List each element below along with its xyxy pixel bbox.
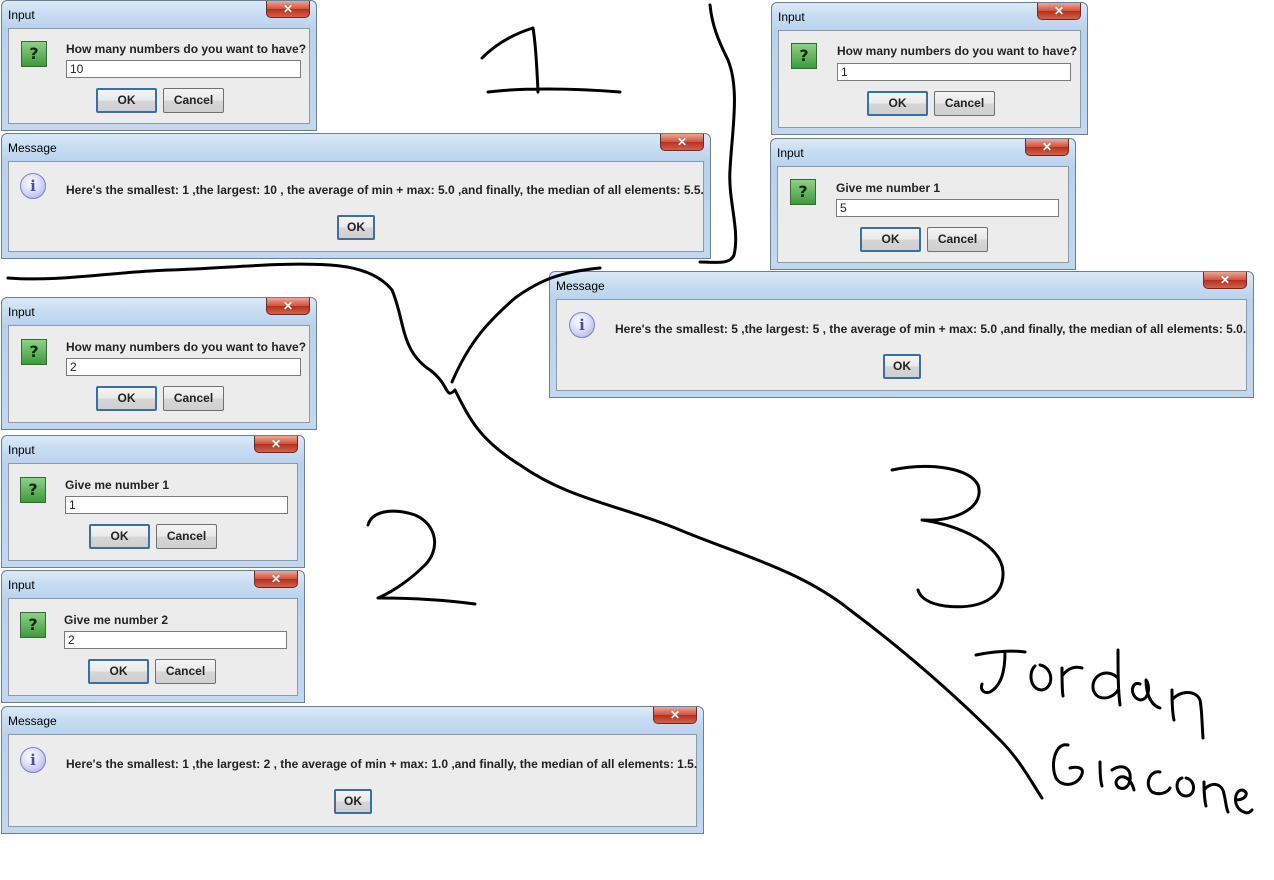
- result-message: Here's the smallest: 1 ,the largest: 10 …: [66, 183, 704, 197]
- close-icon[interactable]: ✕: [266, 1, 310, 18]
- question-icon: ?: [791, 43, 817, 69]
- question-icon: ?: [20, 477, 46, 503]
- dialog-title: Input: [777, 146, 804, 160]
- close-icon[interactable]: ✕: [1025, 139, 1069, 156]
- close-icon[interactable]: ✕: [653, 707, 697, 724]
- close-icon[interactable]: ✕: [254, 571, 298, 588]
- info-icon: i: [569, 312, 595, 338]
- number-input[interactable]: 5: [836, 199, 1059, 217]
- info-icon: i: [20, 173, 46, 199]
- dialog-title: Input: [778, 10, 805, 24]
- dialog-title: Input: [8, 305, 35, 319]
- numeral-three: [890, 464, 1005, 609]
- question-icon: ?: [21, 41, 47, 67]
- divider-stroke-horizontal: [6, 262, 394, 292]
- prompt-label: How many numbers do you want to have?: [837, 44, 1078, 58]
- prompt-label: How many numbers do you want to have?: [66, 42, 307, 56]
- close-icon[interactable]: ✕: [660, 134, 704, 151]
- ok-button[interactable]: OK: [883, 354, 921, 379]
- signature-giacone: [1052, 743, 1254, 815]
- dialog-panel: ? How many numbers do you want to have? …: [8, 325, 310, 423]
- number-input[interactable]: 1: [65, 496, 288, 514]
- number-input[interactable]: 2: [64, 631, 287, 649]
- result-message: Here's the smallest: 5 ,the largest: 5 ,…: [615, 322, 1247, 336]
- info-icon: i: [20, 747, 46, 773]
- message-dialog-1: Message ✕ i Here's the smallest: 1 ,the …: [1, 133, 711, 259]
- number-input[interactable]: 10: [66, 60, 301, 78]
- input-dialog-number1-2: Input ✕ ? Give me number 1 1 OK Cancel: [1, 435, 305, 568]
- dialog-panel: i Here's the smallest: 1 ,the largest: 2…: [8, 734, 697, 827]
- ok-button[interactable]: OK: [96, 88, 157, 113]
- input-dialog-count-2: Input ✕ ? How many numbers do you want t…: [1, 297, 317, 430]
- cancel-button[interactable]: Cancel: [156, 524, 217, 549]
- prompt-label: Give me number 1: [65, 478, 170, 492]
- cancel-button[interactable]: Cancel: [163, 88, 224, 113]
- message-dialog-2: Message ✕ i Here's the smallest: 1 ,the …: [1, 706, 704, 834]
- dialog-title: Input: [8, 443, 35, 457]
- dialog-panel: i Here's the smallest: 1 ,the largest: 1…: [8, 161, 704, 252]
- dialog-panel: ? How many numbers do you want to have? …: [778, 30, 1081, 128]
- question-icon: ?: [20, 612, 46, 638]
- dialog-title: Message: [556, 279, 605, 293]
- cancel-button[interactable]: Cancel: [934, 91, 995, 116]
- close-icon[interactable]: ✕: [254, 436, 298, 453]
- input-dialog-count-1: Input ✕ ? How many numbers do you want t…: [1, 0, 317, 131]
- dialog-panel: ? Give me number 1 1 OK Cancel: [8, 463, 298, 561]
- signature-jordan: [974, 648, 1205, 740]
- dialog-panel: i Here's the smallest: 5 ,the largest: 5…: [556, 299, 1247, 391]
- ok-button[interactable]: OK: [88, 659, 149, 684]
- message-dialog-3: Message ✕ i Here's the smallest: 5 ,the …: [549, 271, 1254, 398]
- ok-button[interactable]: OK: [867, 91, 928, 116]
- prompt-label: Give me number 1: [836, 181, 941, 195]
- cancel-button[interactable]: Cancel: [155, 659, 216, 684]
- ok-button[interactable]: OK: [860, 227, 921, 252]
- ok-button[interactable]: OK: [96, 386, 157, 411]
- ok-button[interactable]: OK: [337, 215, 375, 240]
- number-input[interactable]: 2: [66, 358, 301, 376]
- close-icon[interactable]: ✕: [1037, 3, 1081, 20]
- prompt-label: Give me number 2: [64, 613, 169, 627]
- dialog-title: Input: [8, 8, 35, 22]
- dialog-panel: ? Give me number 1 5 OK Cancel: [777, 166, 1069, 263]
- question-icon: ?: [21, 339, 47, 365]
- number-input[interactable]: 1: [837, 63, 1071, 81]
- cancel-button[interactable]: Cancel: [927, 227, 988, 252]
- ok-button[interactable]: OK: [89, 524, 150, 549]
- result-message: Here's the smallest: 1 ,the largest: 2 ,…: [66, 757, 698, 771]
- dialog-title: Input: [8, 578, 35, 592]
- dialog-panel: ? How many numbers do you want to have? …: [8, 28, 310, 124]
- numeral-two: [366, 509, 477, 606]
- ok-button[interactable]: OK: [334, 789, 372, 814]
- numeral-one: [480, 26, 622, 94]
- close-icon[interactable]: ✕: [266, 298, 310, 315]
- dialog-title: Message: [8, 141, 57, 155]
- input-dialog-count-3: Input ✕ ? How many numbers do you want t…: [771, 2, 1088, 135]
- prompt-label: How many numbers do you want to have?: [66, 340, 307, 354]
- question-icon: ?: [790, 179, 816, 205]
- dialog-title: Message: [8, 714, 57, 728]
- close-icon[interactable]: ✕: [1203, 272, 1247, 289]
- cancel-button[interactable]: Cancel: [163, 386, 224, 411]
- input-dialog-number1-3: Input ✕ ? Give me number 1 5 OK Cancel: [770, 138, 1076, 270]
- dialog-panel: ? Give me number 2 2 OK Cancel: [8, 598, 298, 696]
- input-dialog-number2-2: Input ✕ ? Give me number 2 2 OK Cancel: [1, 570, 305, 703]
